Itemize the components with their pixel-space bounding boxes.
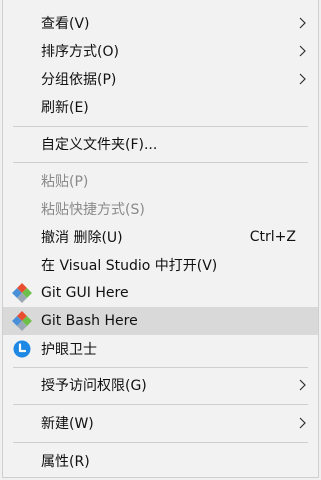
menu-item-new[interactable]: 新建(W): [3, 409, 318, 437]
git-icon: [12, 311, 32, 331]
menu-item-label: 分组依据(P): [41, 72, 117, 88]
git-icon: [12, 283, 32, 303]
menu-item-label: Git GUI Here: [41, 285, 129, 301]
menu-item-label: 在 Visual Studio 中打开(V): [41, 258, 218, 274]
menu-item-label: 新建(W): [41, 416, 94, 432]
menu-item-label: 查看(V): [41, 16, 90, 32]
chevron-right-icon: [299, 73, 306, 85]
menu-item-refresh[interactable]: 刷新(E): [3, 93, 318, 121]
menu-item-label: 刷新(E): [41, 100, 89, 116]
menu-item-label: 属性(R): [41, 454, 90, 470]
menu-item-label: 排序方式(O): [41, 44, 119, 60]
chevron-right-icon: [299, 45, 306, 57]
chevron-right-icon: [299, 17, 306, 29]
menu-item-customize-folder[interactable]: 自定义文件夹(F)...: [3, 130, 318, 158]
menu-item-paste-shortcut: 粘贴快捷方式(S): [3, 195, 318, 223]
chevron-right-icon: [299, 417, 306, 429]
menu-separator: [13, 162, 308, 163]
menu-separator: [13, 442, 308, 443]
menu-item-label: 自定义文件夹(F)...: [41, 137, 158, 153]
menu-separator: [13, 367, 308, 368]
menu-item-paste: 粘贴(P): [3, 167, 318, 195]
menu-separator: [13, 126, 308, 127]
menu-item-git-gui[interactable]: Git GUI Here: [3, 279, 318, 307]
menu-item-label: 粘贴(P): [41, 174, 89, 190]
chevron-right-icon: [299, 379, 306, 391]
menu-item-label: 护眼卫士: [41, 342, 97, 358]
menu-item-shortcut: Ctrl+Z: [249, 229, 296, 245]
menu-item-undo-delete[interactable]: 撤消 删除(U) Ctrl+Z: [3, 223, 318, 251]
menu-item-git-bash[interactable]: Git Bash Here: [3, 307, 318, 335]
menu-item-view[interactable]: 查看(V): [3, 9, 318, 37]
menu-separator: [13, 404, 308, 405]
menu-item-group[interactable]: 分组依据(P): [3, 65, 318, 93]
context-menu: 查看(V) 排序方式(O) 分组依据(P) 刷新(E) 自定义文件夹(F)...…: [2, 0, 319, 478]
menu-item-sort[interactable]: 排序方式(O): [3, 37, 318, 65]
menu-item-label: 授予访问权限(G): [41, 378, 147, 394]
menu-item-properties[interactable]: 属性(R): [3, 447, 318, 475]
menu-item-label: Git Bash Here: [41, 313, 138, 329]
menu-item-open-in-visual-studio[interactable]: 在 Visual Studio 中打开(V): [3, 251, 318, 279]
menu-item-eye-guard[interactable]: 护眼卫士: [3, 335, 318, 363]
menu-item-grant-access[interactable]: 授予访问权限(G): [3, 371, 318, 399]
menu-item-label: 撤消 删除(U): [41, 230, 123, 246]
eye-guard-icon: [12, 339, 32, 359]
menu-item-label: 粘贴快捷方式(S): [41, 202, 145, 218]
